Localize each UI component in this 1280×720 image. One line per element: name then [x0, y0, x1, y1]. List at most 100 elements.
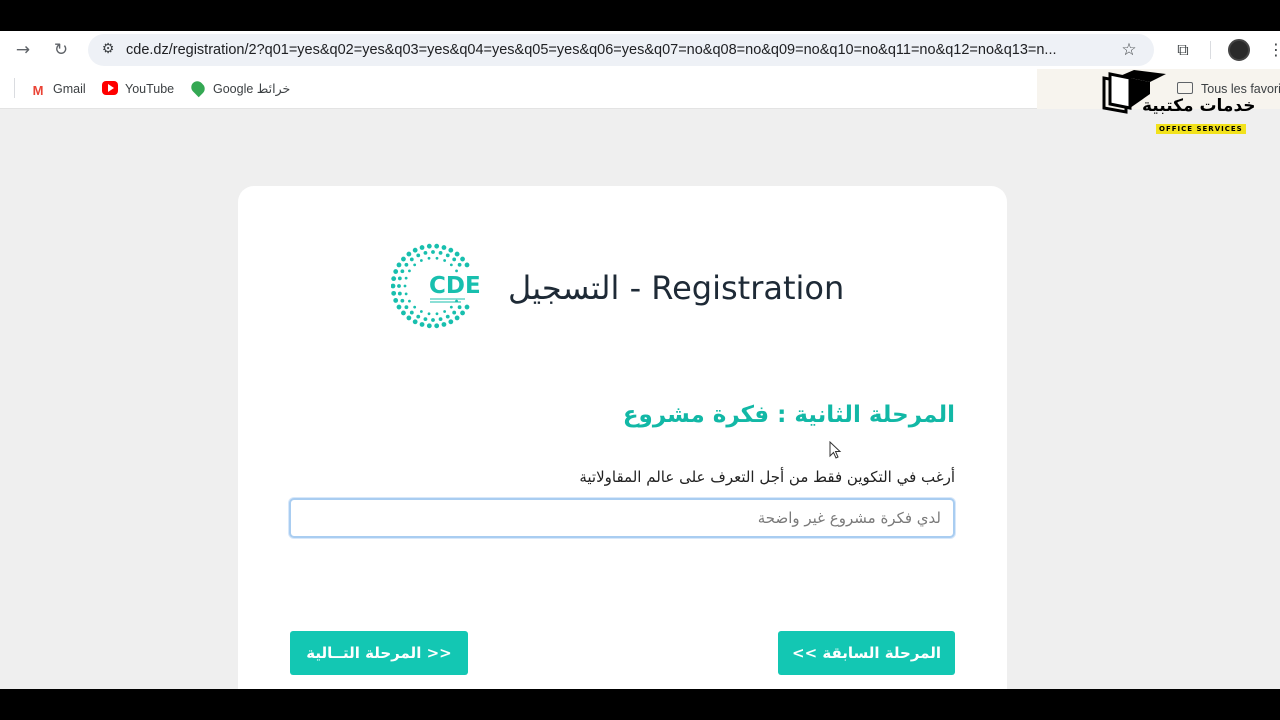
logo-dot — [393, 298, 399, 303]
logo-dot — [406, 315, 412, 321]
extensions-icon[interactable]: ⧉ — [1172, 39, 1194, 61]
logo-dot — [448, 247, 454, 253]
logo-dot — [449, 305, 453, 309]
select-value: لدي فكرة مشروع غير واضحة — [757, 509, 941, 527]
logo-dot — [435, 312, 439, 316]
logo-dot — [455, 269, 458, 273]
logo-dot — [443, 259, 447, 262]
logo-dot — [434, 323, 440, 329]
logo-dot — [454, 251, 460, 257]
logo-dot — [391, 283, 396, 289]
logo-dot — [431, 250, 435, 254]
bookmark-label: Google خرائط — [213, 82, 291, 96]
url-text[interactable]: cde.dz/registration/2?q01=yes&q02=yes&q0… — [126, 34, 1096, 66]
logo-dot — [427, 312, 431, 316]
bookmarks-divider — [14, 78, 15, 98]
logo-dot — [416, 253, 421, 258]
maps-pin-icon — [188, 78, 208, 98]
watermark-title: خدمات مكتبية — [1142, 96, 1256, 116]
logo-dot — [409, 257, 414, 262]
bookmark-label: Gmail — [53, 82, 86, 96]
logo-dot — [406, 251, 412, 257]
logo-dot — [404, 262, 409, 267]
logo-dot — [408, 269, 411, 273]
logo-dot — [413, 263, 417, 267]
profile-avatar[interactable] — [1228, 39, 1250, 61]
logo-dot — [391, 276, 397, 282]
logo-dot — [400, 298, 405, 303]
video-letterbox-top — [0, 0, 1280, 31]
logo-dot — [449, 263, 453, 267]
logo-dot — [412, 247, 418, 253]
watermark-subtitle: OFFICE SERVICES — [1156, 124, 1246, 134]
logo-dot — [408, 299, 411, 303]
logo-dot — [438, 250, 443, 255]
site-info-icon[interactable]: ⚙ — [98, 39, 118, 59]
previous-stage-button[interactable]: << المرحلة السابقة — [778, 631, 955, 675]
logo-dot — [419, 310, 423, 313]
office-services-watermark: خدمات مكتبية OFFICE SERVICES — [1098, 64, 1268, 140]
address-bar[interactable]: ⚙ cde.dz/registration/2?q01=yes&q02=yes&… — [88, 34, 1154, 66]
logo-dot — [419, 259, 423, 262]
logo-dot — [460, 310, 465, 316]
logo-dot — [404, 292, 408, 296]
logo-text: CDE — [429, 273, 481, 299]
logo-dot — [454, 315, 460, 321]
toolbar-divider — [1210, 41, 1211, 59]
navigation-bar: → ↻ ⚙ cde.dz/registration/2?q01=yes&q02=… — [0, 31, 1280, 69]
stage-title: المرحلة الثانية : فكرة مشروع — [622, 402, 955, 428]
logo-dot — [457, 262, 462, 267]
forward-icon[interactable]: → — [12, 39, 34, 61]
video-letterbox-bottom — [0, 689, 1280, 720]
menu-icon[interactable]: ⋮ — [1268, 39, 1280, 61]
logo-dot — [423, 317, 428, 322]
logo-dot — [400, 269, 405, 274]
logo-dot — [464, 262, 470, 268]
logo-dot — [457, 305, 462, 310]
logo-dot — [434, 243, 440, 249]
logo-dot — [401, 310, 406, 316]
browser-chrome: → ↻ ⚙ cde.dz/registration/2?q01=yes&q02=… — [0, 31, 1280, 109]
logo-dot — [445, 253, 450, 258]
logo-dot — [393, 269, 399, 274]
logo-dot — [404, 305, 409, 310]
logo-dot — [396, 304, 402, 310]
logo-dot — [391, 290, 397, 296]
logo-dot — [413, 305, 417, 309]
bookmarks-bar: M Gmail YouTube Google خرائط Tous les fav… — [0, 69, 1280, 109]
logo-dot — [401, 256, 406, 262]
page-content: CDE التسجيل - Registration المرحلة الثان… — [0, 109, 1280, 689]
logo-dot — [403, 284, 407, 288]
bookmark-youtube[interactable]: YouTube — [102, 78, 174, 100]
logo-dot — [423, 250, 428, 255]
logo-dot — [452, 257, 457, 262]
reload-icon[interactable]: ↻ — [50, 39, 72, 61]
project-idea-select[interactable]: لدي فكرة مشروع غير واضحة — [289, 498, 955, 538]
logo-dot — [426, 323, 432, 329]
question-label: أرغب في التكوين فقط من أجل التعرف على عا… — [579, 468, 955, 486]
logo-dot — [397, 276, 402, 281]
logo-dot — [443, 310, 447, 313]
bookmark-label: YouTube — [125, 82, 175, 96]
logo-dot — [396, 262, 402, 268]
logo-dot — [438, 317, 443, 322]
bookmark-star-icon[interactable]: ☆ — [1118, 39, 1140, 61]
registration-card: CDE التسجيل - Registration المرحلة الثان… — [238, 186, 1007, 689]
mouse-cursor-icon — [829, 441, 842, 459]
logo-dot — [412, 319, 418, 325]
logo-dot — [441, 322, 447, 327]
logo-dot — [431, 318, 435, 322]
logo-dot — [445, 314, 450, 319]
next-stage-button[interactable]: المرحلة التــالية >> — [290, 631, 468, 675]
logo-dot — [404, 276, 408, 280]
logo-dot — [448, 319, 454, 325]
logo-dot — [419, 322, 425, 327]
logo-dot — [409, 310, 414, 315]
logo-dot — [416, 314, 421, 319]
logo-dot — [419, 245, 425, 250]
logo-dot — [441, 245, 447, 250]
bookmark-google-maps[interactable]: Google خرائط — [188, 78, 291, 100]
bookmark-gmail[interactable]: M Gmail — [30, 78, 86, 100]
page-title: التسجيل - Registration — [508, 269, 845, 307]
logo-dot — [464, 304, 470, 310]
